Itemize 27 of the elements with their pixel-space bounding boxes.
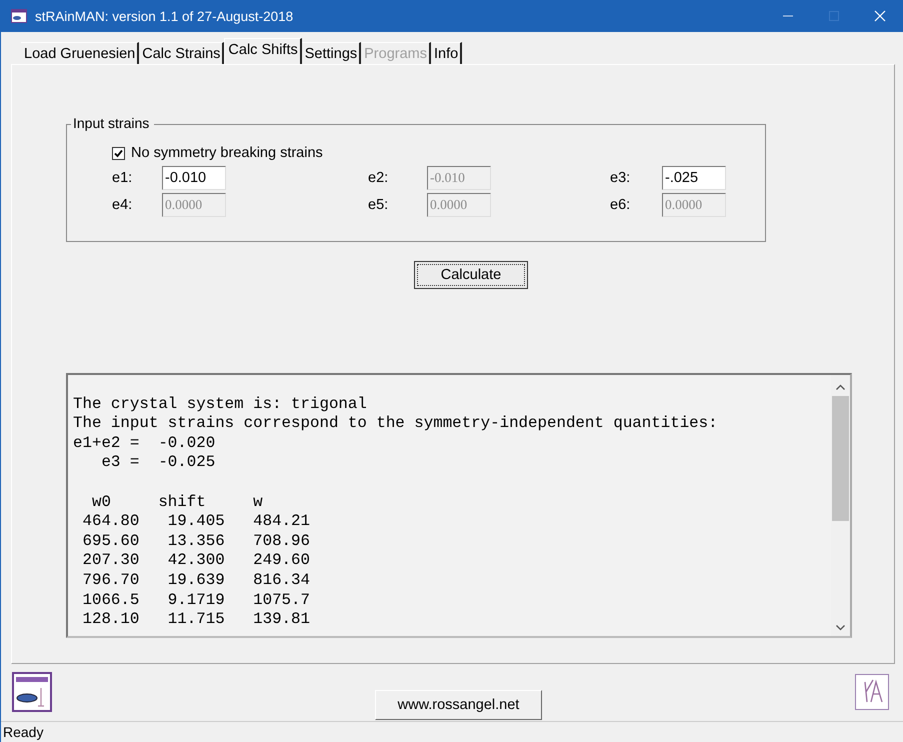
input-field[interactable]: -0.010	[162, 166, 226, 190]
logo-icon	[12, 672, 52, 712]
tab[interactable]: Calc Shifts	[224, 38, 302, 64]
field-label: e3:	[610, 170, 632, 186]
status-text: Ready	[3, 724, 44, 740]
website-button[interactable]: www.rossangel.net	[375, 690, 542, 720]
input-field[interactable]: -.025	[662, 166, 726, 190]
field-label: e2:	[368, 170, 390, 186]
field-label: e5:	[368, 197, 390, 213]
checkbox-label: No symmetry breaking strains	[131, 145, 323, 161]
group-title: Input strains	[71, 115, 154, 131]
field-label: e1:	[112, 170, 134, 186]
checkbox-icon[interactable]	[112, 146, 125, 160]
signature-logo-icon	[855, 674, 889, 710]
scroll-thumb[interactable]	[832, 396, 849, 521]
output-text: The crystal system is: trigonal The input strains correspond to the symmetry-independent quantities: e1+e2 = -0.020 e3 = -0.025	[73, 394, 718, 473]
field-label: e4:	[112, 197, 134, 213]
app-icon	[11, 9, 27, 23]
checkbox[interactable]: No symmetry breaking strains	[112, 145, 765, 161]
field-label: e6:	[610, 197, 632, 213]
calculate-button[interactable]: Calculate	[414, 261, 528, 289]
tab[interactable]: Load Gruenesien	[21, 42, 140, 64]
output-text: w0 shift w 464.80 19.405 484.21 695.60 13.356 708.96 207.30 42.300 249.60 796.70 19.639 816.34 1066.5 9.1719 1075.7 128.10 11.715 139.81	[81, 492, 310, 630]
tab[interactable]: Calc Strains	[139, 42, 224, 64]
window-title: stRAinMAN: version 1.1 of 27-August-2018	[35, 8, 294, 24]
tab[interactable]: Settings	[302, 42, 362, 64]
tab[interactable]: Info	[431, 42, 462, 64]
